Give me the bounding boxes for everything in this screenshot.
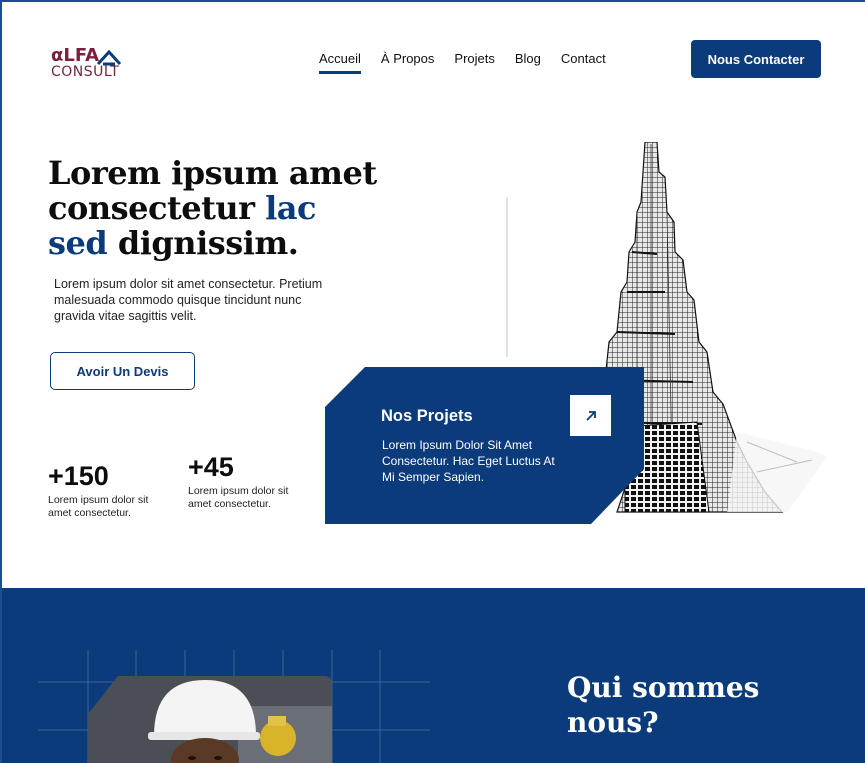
stat-text: Lorem ipsum dolor sit amet consectetur. [188, 485, 289, 510]
stat-value: +150 [48, 461, 109, 491]
stat-clients: +45 Lorem ipsum dolor sit amet consectet… [188, 452, 303, 511]
hero-title: Lorem ipsum amet consectetur lac sed dig… [48, 156, 378, 261]
hero-title-part2: dignissim. [107, 224, 299, 262]
main-nav: Accueil À Propos Projets Blog Contact [319, 51, 626, 74]
hero-description: Lorem ipsum dolor sit amet consectetur. … [54, 277, 323, 323]
stat-projects: +150 Lorem ipsum dolor sit amet consecte… [48, 461, 163, 520]
projects-card-description: Lorem Ipsum Dolor Sit Amet Consectetur. … [382, 438, 555, 484]
brand-logo[interactable]: αLFA CONSULT [51, 47, 123, 81]
nav-item-contact[interactable]: Contact [561, 51, 606, 67]
nav-item-a-propos[interactable]: À Propos [381, 51, 434, 67]
logo-wordmark: αLFA [51, 45, 99, 66]
projects-card-link[interactable] [570, 395, 611, 436]
arrow-up-right-icon [585, 410, 596, 421]
projects-card-title: Nos Projets [381, 407, 473, 425]
get-quote-button[interactable]: Avoir Un Devis [50, 352, 195, 390]
engineer-photo [88, 676, 332, 763]
page-frame: αLFA CONSULT Accueil À Propos Projets Bl… [0, 0, 865, 763]
nav-item-blog[interactable]: Blog [515, 51, 541, 67]
about-title: Qui sommes nous? [567, 671, 760, 739]
stat-text: Lorem ipsum dolor sit amet consectetur. [48, 494, 149, 519]
nav-item-projets[interactable]: Projets [454, 51, 494, 67]
nav-item-accueil[interactable]: Accueil [319, 51, 361, 74]
contact-us-button[interactable]: Nous Contacter [691, 40, 821, 78]
logo-subtitle: CONSULT [51, 64, 120, 80]
stat-value: +45 [188, 452, 234, 482]
hero-title-part1: Lorem ipsum amet consectetur [48, 154, 377, 227]
